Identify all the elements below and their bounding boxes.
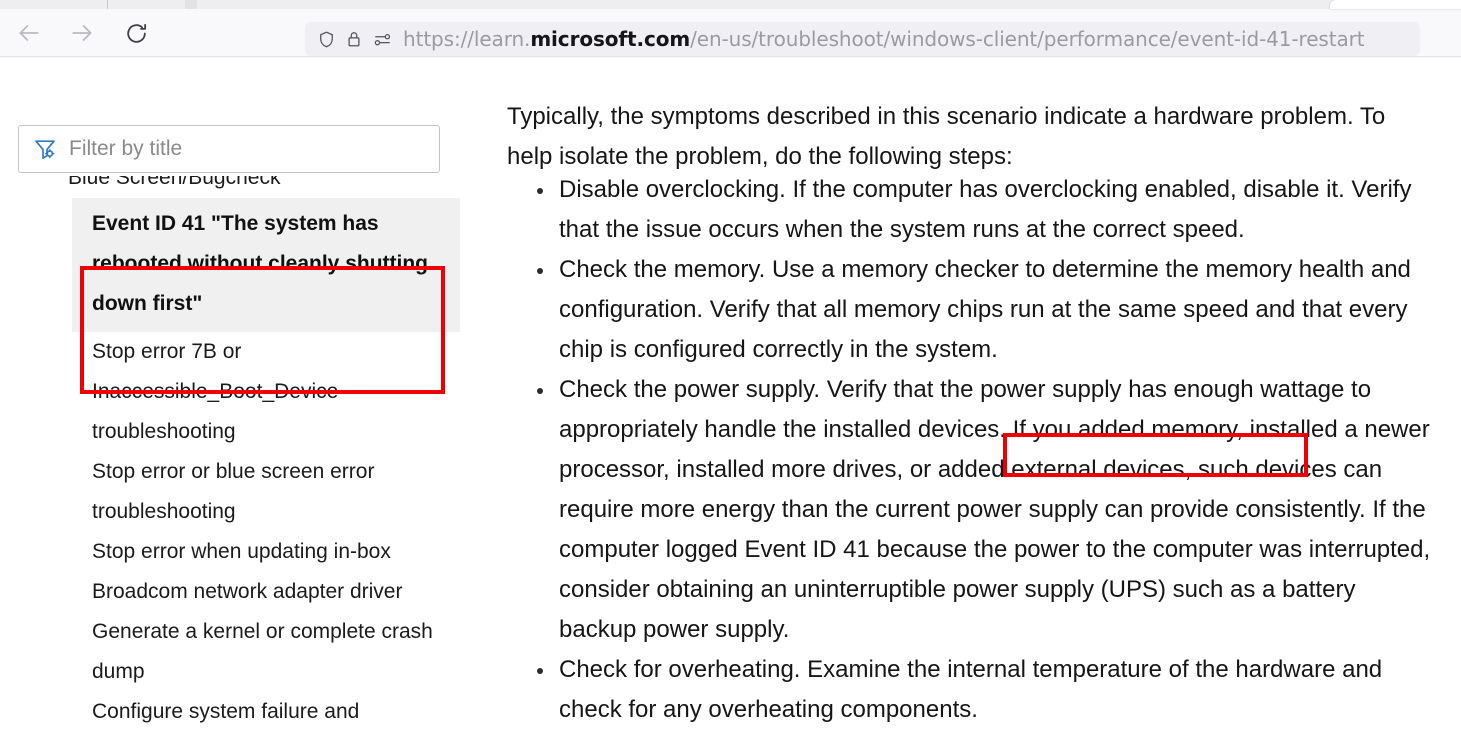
- url-host: microsoft.com: [530, 27, 691, 51]
- toc-item-stop-error-blue-screen[interactable]: Stop error or blue screen error troubles…: [0, 452, 460, 532]
- tab-active[interactable]: [1330, 0, 1461, 9]
- lock-icon[interactable]: [343, 28, 365, 50]
- navigation-toolbar: https://learn.microsoft.com/en-us/troubl…: [0, 9, 1461, 57]
- filter-by-title-box[interactable]: [18, 125, 440, 173]
- toc-sidebar: Blue Screen/Bugcheck Event ID 41 "The sy…: [0, 58, 480, 747]
- arrow-right-icon: [72, 25, 92, 41]
- toc-item-event-id-41[interactable]: Event ID 41 "The system has rebooted wit…: [72, 198, 460, 332]
- page-viewport: Blue Screen/Bugcheck Event ID 41 "The sy…: [0, 58, 1461, 747]
- reload-button[interactable]: [116, 16, 156, 50]
- arrow-left-icon: [19, 25, 39, 41]
- tab-inactive[interactable]: [185, 0, 197, 9]
- toc-list: Blue Screen/Bugcheck Event ID 41 "The sy…: [0, 176, 480, 732]
- toc-item-configure-system-failure[interactable]: Configure system failure and: [0, 692, 460, 732]
- forward-button[interactable]: [62, 16, 102, 50]
- list-item-disable-overclocking: Disable overclocking. If the computer ha…: [507, 170, 1432, 250]
- url-path: /en-us/troubleshoot/windows-client/perfo…: [690, 27, 1365, 51]
- back-button[interactable]: [9, 16, 49, 50]
- filter-funnel-icon: [33, 137, 57, 161]
- list-item-check-memory: Check the memory. Use a memory checker t…: [507, 250, 1432, 370]
- page-settings-icon[interactable]: [371, 28, 393, 50]
- article-content: Typically, the symptoms described in thi…: [480, 58, 1461, 747]
- list-item-check-power-supply: Check the power supply. Verify that the …: [507, 370, 1432, 650]
- tab-divider: [107, 0, 108, 9]
- url-scheme: https://: [403, 27, 474, 51]
- intro-paragraph: Typically, the symptoms described in thi…: [507, 103, 1386, 170]
- reload-icon: [126, 23, 146, 43]
- toc-item-kernel-crash-dump[interactable]: Generate a kernel or complete crash dump: [0, 612, 460, 692]
- toc-item-broadcom-driver[interactable]: Stop error when updating in-box Broadcom…: [0, 532, 460, 612]
- list-item-check-overheating: Check for overheating. Examine the inter…: [507, 650, 1432, 730]
- toc-item-stop-error-7b[interactable]: Stop error 7B or Inaccessible_Boot_Devic…: [0, 332, 460, 452]
- url-host-prefix: learn.: [473, 27, 531, 51]
- shield-icon[interactable]: [315, 28, 337, 50]
- toc-item-blue-screen-bugcheck[interactable]: Blue Screen/Bugcheck: [0, 176, 460, 198]
- url-text: https://learn.microsoft.com/en-us/troubl…: [403, 27, 1365, 51]
- troubleshooting-steps-list: Disable overclocking. If the computer ha…: [507, 170, 1432, 730]
- filter-by-title-input[interactable]: [69, 137, 409, 161]
- browser-chrome: https://learn.microsoft.com/en-us/troubl…: [0, 0, 1461, 58]
- address-bar[interactable]: https://learn.microsoft.com/en-us/troubl…: [305, 22, 1420, 56]
- toc-item-label: Blue Screen/Bugcheck: [68, 176, 281, 189]
- tab-strip: [0, 0, 1461, 9]
